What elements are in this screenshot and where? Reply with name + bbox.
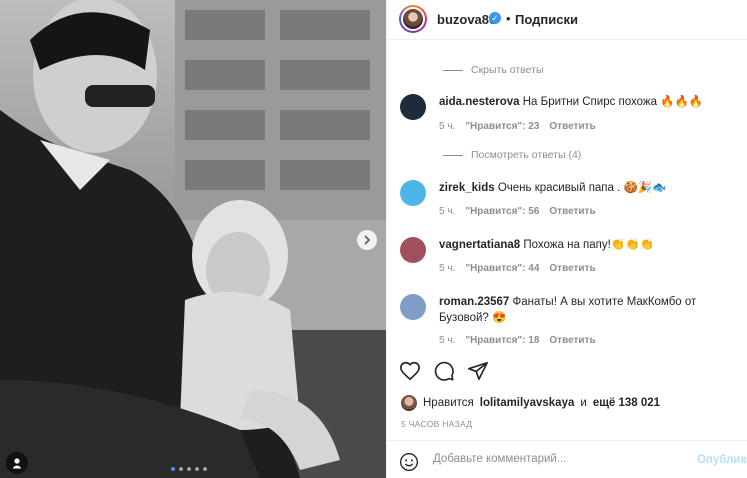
- liker-username[interactable]: lolitamilyavskaya: [480, 397, 575, 409]
- comment-text: roman.23567 Фанаты! А вы хотите МакКомбо…: [439, 294, 739, 326]
- comment-body: Очень красивый папа . 🍪🎉🐟: [497, 182, 667, 194]
- carousel-dot: [187, 467, 191, 471]
- post-image: [0, 0, 386, 478]
- carousel-dot: [203, 467, 207, 471]
- carousel-dot: [171, 467, 175, 471]
- comment-likes[interactable]: "Нравится": 18: [465, 335, 539, 346]
- likes-summary: Нравится lolitamilyavskaya и ещё 138 021: [401, 395, 660, 411]
- comment-body: На Бритни Спирс похожа 🔥🔥🔥: [522, 96, 704, 108]
- commenter-username[interactable]: aida.nesterova: [439, 96, 520, 108]
- comment-meta: 5 ч. "Нравится": 56 Ответить: [439, 206, 596, 217]
- emoji-button[interactable]: [399, 452, 419, 472]
- hide-replies-label: Скрыть ответы: [471, 64, 544, 76]
- reply-button[interactable]: Ответить: [549, 335, 595, 346]
- comment-time: 5 ч.: [439, 263, 456, 274]
- next-photo-button[interactable]: [357, 230, 377, 250]
- comment-likes[interactable]: "Нравится": 56: [465, 206, 539, 217]
- publish-button[interactable]: Опублико: [697, 454, 747, 466]
- share-button[interactable]: [467, 360, 489, 382]
- liker-avatar[interactable]: [401, 395, 417, 411]
- author-username[interactable]: buzova86: [437, 12, 496, 27]
- post-header: buzova86 ✓ • Подписки: [387, 0, 747, 40]
- comment-icon: [434, 361, 454, 381]
- comment-text: vagnertatiana8 Похожа на папу!👏👏👏: [439, 237, 739, 253]
- commenter-username[interactable]: zirek_kids: [439, 182, 495, 194]
- comment-text: zirek_kids Очень красивый папа . 🍪🎉🐟: [439, 180, 739, 196]
- carousel-dot: [195, 467, 199, 471]
- view-replies-label: Посмотреть ответы (4): [471, 149, 582, 161]
- user-tag-button[interactable]: [6, 452, 28, 474]
- commenter-avatar[interactable]: [400, 180, 426, 206]
- add-comment-bar: Опублико: [387, 440, 747, 478]
- post-timestamp[interactable]: 5 ЧАСОВ НАЗАД: [401, 419, 472, 429]
- chevron-right-icon: [364, 235, 371, 245]
- comment-time: 5 ч.: [439, 206, 456, 217]
- user-tag-icon: [12, 458, 22, 469]
- divider-line: [443, 69, 463, 71]
- commenter-avatar[interactable]: [400, 237, 426, 263]
- author-avatar[interactable]: [399, 5, 427, 33]
- likes-count[interactable]: ещё 138 021: [593, 397, 660, 409]
- smiley-icon: [400, 453, 418, 471]
- send-icon: [468, 361, 488, 381]
- commenter-username[interactable]: vagnertatiana8: [439, 239, 520, 251]
- following-button[interactable]: Подписки: [515, 12, 578, 27]
- comment-time: 5 ч.: [439, 335, 456, 346]
- verified-badge-icon: ✓: [489, 12, 501, 24]
- likes-middle: и: [580, 397, 587, 409]
- comment-button[interactable]: [433, 360, 455, 382]
- reply-button[interactable]: Ответить: [549, 121, 595, 132]
- carousel-dots: [171, 467, 207, 471]
- commenter-avatar[interactable]: [400, 94, 426, 120]
- post-actions: [399, 360, 489, 382]
- divider-line: [443, 154, 463, 156]
- comment-likes[interactable]: "Нравится": 23: [465, 121, 539, 132]
- post-photo[interactable]: [0, 0, 386, 478]
- reply-button[interactable]: Ответить: [549, 206, 595, 217]
- commenter-avatar[interactable]: [400, 294, 426, 320]
- comment-body: Похожа на папу!👏👏👏: [523, 239, 654, 251]
- heart-icon: [400, 361, 420, 381]
- reply-button[interactable]: Ответить: [549, 263, 595, 274]
- post-side-panel: buzova86 ✓ • Подписки Скрыть ответы aida…: [386, 0, 747, 478]
- comment-meta: 5 ч. "Нравится": 23 Ответить: [439, 121, 596, 132]
- likes-prefix: Нравится: [423, 397, 474, 409]
- comment-input[interactable]: [431, 452, 675, 466]
- comment-meta: 5 ч. "Нравится": 18 Ответить: [439, 335, 596, 346]
- view-replies-toggle[interactable]: Посмотреть ответы (4): [443, 149, 581, 161]
- comment-meta: 5 ч. "Нравится": 44 Ответить: [439, 263, 596, 274]
- comment-time: 5 ч.: [439, 121, 456, 132]
- like-button[interactable]: [399, 360, 421, 382]
- commenter-username[interactable]: roman.23567: [439, 296, 509, 308]
- carousel-dot: [179, 467, 183, 471]
- hide-replies-toggle[interactable]: Скрыть ответы: [443, 64, 544, 76]
- comment-text: aida.nesterova На Бритни Спирс похожа 🔥🔥…: [439, 94, 739, 110]
- header-separator: •: [506, 11, 511, 26]
- comment-likes[interactable]: "Нравится": 44: [465, 263, 539, 274]
